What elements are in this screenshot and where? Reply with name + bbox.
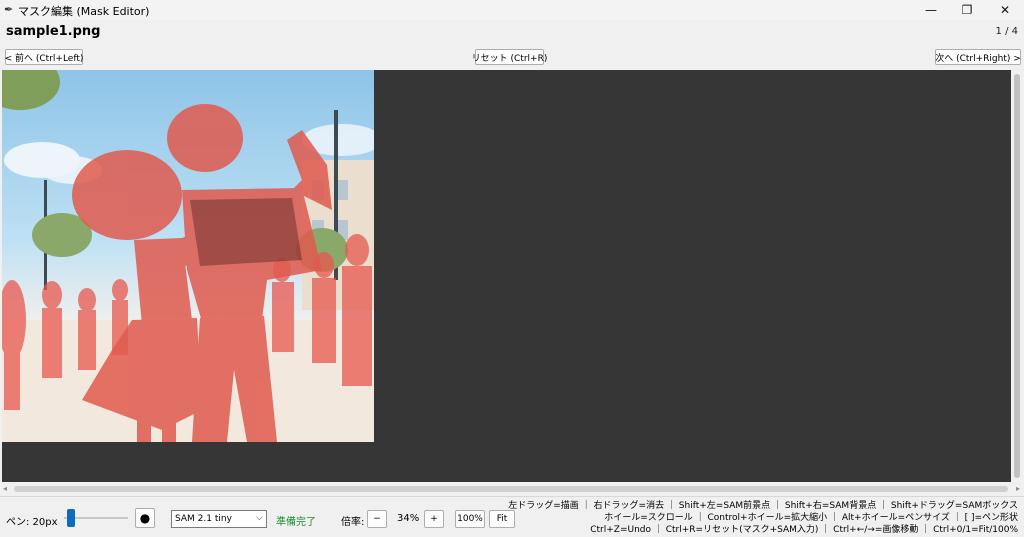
- chevron-down-icon: ⌵: [256, 513, 263, 523]
- scroll-right-icon[interactable]: ▸: [1016, 484, 1020, 493]
- zoom-value: 34%: [397, 513, 420, 524]
- pen-shape-button[interactable]: ●: [135, 508, 155, 528]
- zoom-in-button[interactable]: +: [424, 510, 444, 528]
- hint-line-3: Ctrl+Z=Undo ｜ Ctrl+R=リセット(マスク+SAM入力) ｜ C…: [590, 525, 1018, 535]
- vertical-scrollbar[interactable]: [1011, 70, 1023, 482]
- hint-line-1: 左ドラッグ=描画 ｜ 右ドラッグ=消去 ｜ Shift+左=SAM前景点 ｜ S…: [508, 501, 1018, 511]
- anime-dance-illustration: [2, 70, 374, 442]
- shortcut-hints: 左ドラッグ=描画 ｜ 右ドラッグ=消去 ｜ Shift+左=SAM前景点 ｜ S…: [508, 500, 1018, 536]
- window-title: マスク編集 (Mask Editor): [18, 5, 150, 18]
- slider-handle[interactable]: [67, 509, 75, 527]
- close-button[interactable]: ✕: [986, 0, 1024, 20]
- image-with-mask[interactable]: [2, 70, 374, 442]
- bottom-toolbar: ペン: 20px ● SAM 2.1 tiny ⌵ 準備完了 倍率: − 34%…: [0, 496, 1024, 537]
- prev-image-button[interactable]: < 前へ (Ctrl+Left): [5, 49, 83, 65]
- title-bar: ✒ マスク編集 (Mask Editor) — ❐ ✕: [0, 0, 1024, 20]
- scroll-left-icon[interactable]: ◂: [3, 484, 7, 493]
- zoom-100-button[interactable]: 100%: [455, 510, 485, 528]
- vertical-scrollbar-thumb[interactable]: [1014, 74, 1020, 478]
- page-count: 1 / 4: [995, 26, 1018, 37]
- file-name: sample1.png: [6, 24, 101, 39]
- status-text: 準備完了: [276, 517, 316, 528]
- next-image-button[interactable]: 次へ (Ctrl+Right) >: [935, 49, 1021, 65]
- feather-icon: ✒: [4, 3, 14, 16]
- zoom-label: 倍率:: [341, 517, 365, 528]
- hint-line-2: ホイール=スクロール ｜ Control+ホイール=拡大縮小 ｜ Alt+ホイー…: [604, 513, 1018, 523]
- horizontal-scrollbar[interactable]: ◂ ▸: [0, 483, 1024, 495]
- horizontal-scrollbar-thumb[interactable]: [14, 486, 1008, 492]
- editor-canvas[interactable]: [2, 70, 1011, 482]
- reset-button[interactable]: リセット (Ctrl+R): [472, 49, 547, 65]
- sam-model-select[interactable]: SAM 2.1 tiny ⌵: [171, 510, 267, 528]
- pen-size-label: ペン: 20px: [6, 517, 58, 528]
- circle-icon: ●: [139, 511, 151, 525]
- zoom-out-button[interactable]: −: [367, 510, 387, 528]
- model-selected-value: SAM 2.1 tiny: [175, 514, 232, 524]
- maximize-button[interactable]: ❐: [948, 0, 986, 20]
- minimize-button[interactable]: —: [912, 0, 950, 20]
- pen-size-slider[interactable]: [64, 509, 128, 527]
